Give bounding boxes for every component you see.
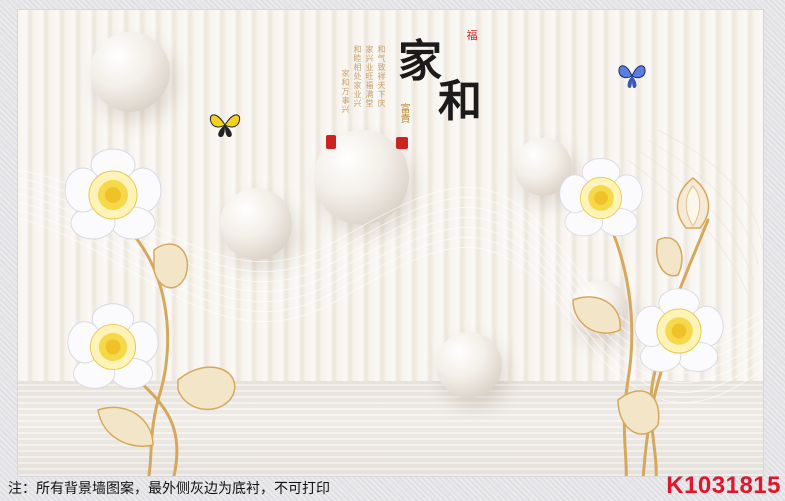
calligraphy-block: 和气致祥天下庆 家兴业旺福满堂 和睦相处家业兴 家和万事兴 家 和 福 富貴 [318,25,518,160]
verse-column: 和气致祥天下庆 [377,45,386,108]
butterfly-yellow [209,114,241,137]
red-seal-stamp [326,135,336,149]
fugui-text: 富貴 [398,103,409,123]
peony-flower [64,148,162,240]
verse-column: 家和万事兴 [341,69,350,114]
calligraphy-char-jia: 家 [398,36,442,87]
verse-column: 家兴业旺福满堂 [365,45,374,108]
print-note: 注：所有背景墙图案，最外侧灰边为底衬，不可打印 [8,481,330,497]
lotus-bud [676,177,710,229]
fu-seal-stamp: 福 [466,29,478,42]
verse-column: 和睦相处家业兴 [353,45,362,108]
peony-flower [634,288,724,372]
product-code: K1031815 [666,472,781,499]
red-seal-stamp [396,137,408,149]
peony-flower [559,158,643,237]
peony-flower [67,303,159,389]
wallpaper-artwork: 和气致祥天下庆 家兴业旺福满堂 和睦相处家业兴 家和万事兴 家 和 福 富貴 [18,10,763,476]
butterfly-blue [618,65,646,88]
calligraphy-char-he: 和 [438,76,482,127]
